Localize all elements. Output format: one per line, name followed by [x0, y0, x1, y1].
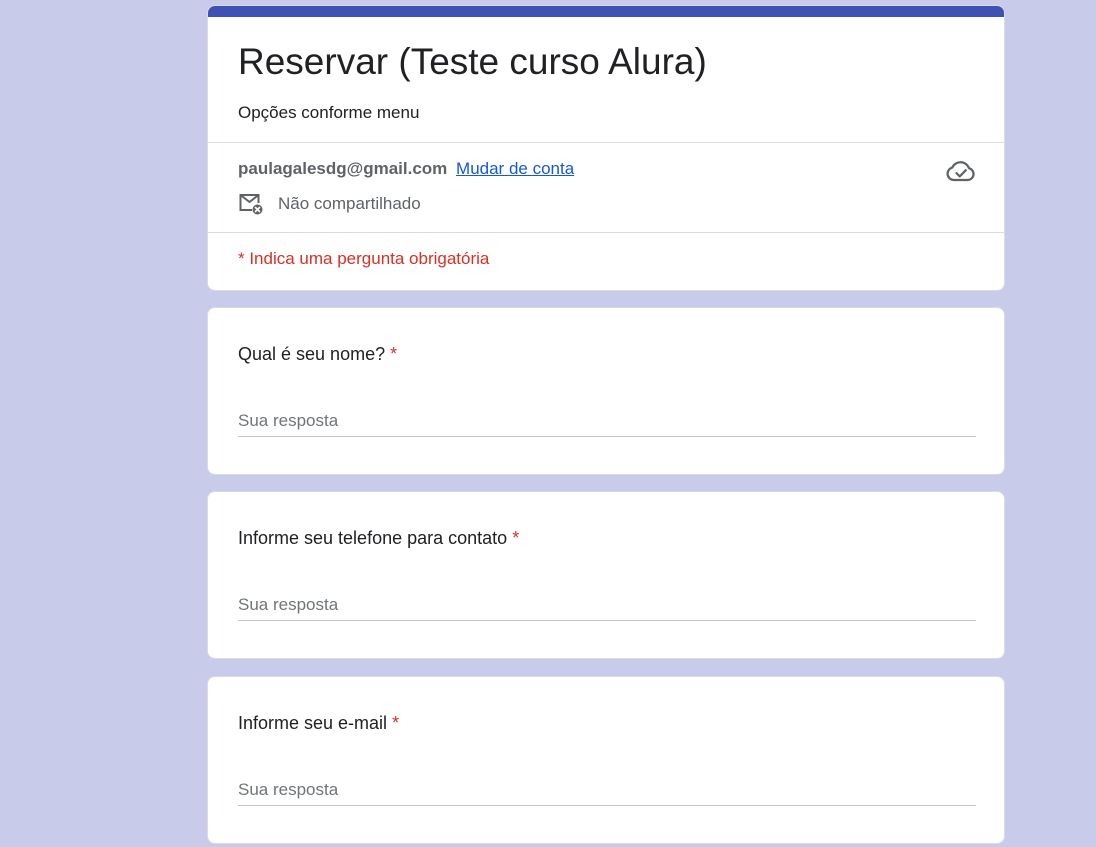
share-status-row: Não compartilhado	[238, 192, 421, 216]
question-card-name: Qual é seu nome? *	[207, 307, 1005, 475]
phone-answer-input[interactable]	[238, 590, 976, 621]
name-answer-input[interactable]	[238, 406, 976, 437]
required-note: * Indica uma pergunta obrigatória	[238, 249, 490, 268]
question-title: Informe seu telefone para contato *	[238, 526, 519, 550]
header-accent-bar	[208, 6, 1004, 17]
question-card-email: Informe seu e-mail *	[207, 676, 1005, 844]
question-text: Qual é seu nome?	[238, 344, 386, 364]
required-asterisk: *	[392, 713, 400, 733]
required-asterisk: *	[390, 344, 398, 364]
form-title: Reservar (Teste curso Alura)	[238, 41, 707, 82]
question-card-phone: Informe seu telefone para contato *	[207, 491, 1005, 659]
switch-account-link[interactable]: Mudar de conta	[456, 159, 574, 178]
question-text: Informe seu telefone para contato	[238, 528, 508, 548]
cloud-done-icon[interactable]	[946, 158, 976, 184]
mail-not-shared-icon	[239, 194, 263, 215]
question-title: Informe seu e-mail *	[238, 711, 399, 735]
account-email: paulagalesdg@gmail.com	[238, 159, 448, 178]
email-answer-input[interactable]	[238, 775, 976, 806]
question-text: Informe seu e-mail	[238, 713, 388, 733]
header-divider	[208, 142, 1004, 143]
question-title: Qual é seu nome? *	[238, 342, 397, 366]
required-asterisk: *	[512, 528, 520, 548]
form-description: Opções conforme menu	[238, 103, 420, 122]
account-divider	[208, 232, 1004, 233]
form-header-card: Reservar (Teste curso Alura) Opções conf…	[207, 5, 1005, 291]
share-status-label: Não compartilhado	[278, 194, 421, 213]
account-row: paulagalesdg@gmail.com Mudar de conta	[238, 158, 574, 180]
